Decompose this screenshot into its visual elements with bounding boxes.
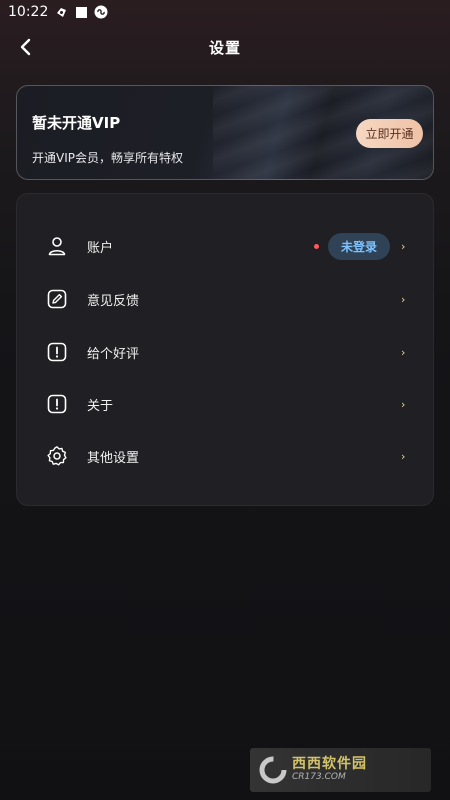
vip-card[interactable]: 暂未开通VIP 开通VIP会员，畅享所有特权 立即开通 — [16, 85, 434, 180]
chevron-right-icon: › — [401, 449, 406, 463]
link-icon — [94, 5, 108, 19]
alert-icon — [46, 341, 68, 363]
chevron-right-icon: › — [401, 345, 406, 359]
status-bar: 10:22 — [0, 0, 450, 24]
menu-item-label: 其他设置 — [87, 450, 140, 466]
watermark-c-icon — [259, 756, 287, 784]
page-title: 设置 — [208, 38, 241, 57]
login-status-badge[interactable]: 未登录 — [328, 232, 390, 260]
notification-icon — [54, 5, 68, 19]
menu-item-feedback[interactable]: 意见反馈 › — [17, 273, 435, 325]
menu-item-about[interactable]: 关于 › — [17, 378, 435, 430]
info-icon — [46, 393, 68, 415]
gear-icon — [46, 445, 68, 467]
unread-dot — [314, 243, 319, 249]
chevron-right-icon: › — [401, 239, 406, 253]
menu-item-label: 账户 — [87, 240, 114, 256]
vip-subtitle: 开通VIP会员，畅享所有特权 — [32, 151, 183, 165]
user-icon — [46, 235, 68, 257]
menu-item-label: 给个好评 — [87, 346, 140, 362]
vip-title: 暂未开通VIP — [32, 114, 121, 132]
back-button[interactable] — [12, 34, 38, 60]
edit-icon — [46, 288, 68, 310]
status-time: 10:22 — [8, 4, 49, 20]
menu-item-account[interactable]: 账户 未登录 › — [17, 220, 435, 272]
menu-item-other-settings[interactable]: 其他设置 › — [17, 430, 435, 482]
back-arrow-icon — [20, 38, 31, 56]
activate-vip-button[interactable]: 立即开通 — [356, 119, 423, 148]
settings-menu: 账户 未登录 › 意见反馈 › 给个好评 › 关于 › 其他设置 › — [16, 193, 434, 506]
menu-item-label: 关于 — [87, 398, 114, 414]
top-bar: 设置 — [0, 30, 450, 64]
menu-item-label: 意见反馈 — [87, 293, 140, 309]
chevron-right-icon: › — [401, 397, 406, 411]
menu-item-rate[interactable]: 给个好评 › — [17, 326, 435, 378]
watermark-logo: 西西软件园 CR173.COM — [250, 748, 431, 792]
watermark-brand: 西西软件园 — [292, 756, 367, 773]
watermark-site: CR173.COM — [292, 771, 346, 782]
chevron-right-icon: › — [401, 292, 406, 306]
square-icon — [74, 5, 88, 19]
